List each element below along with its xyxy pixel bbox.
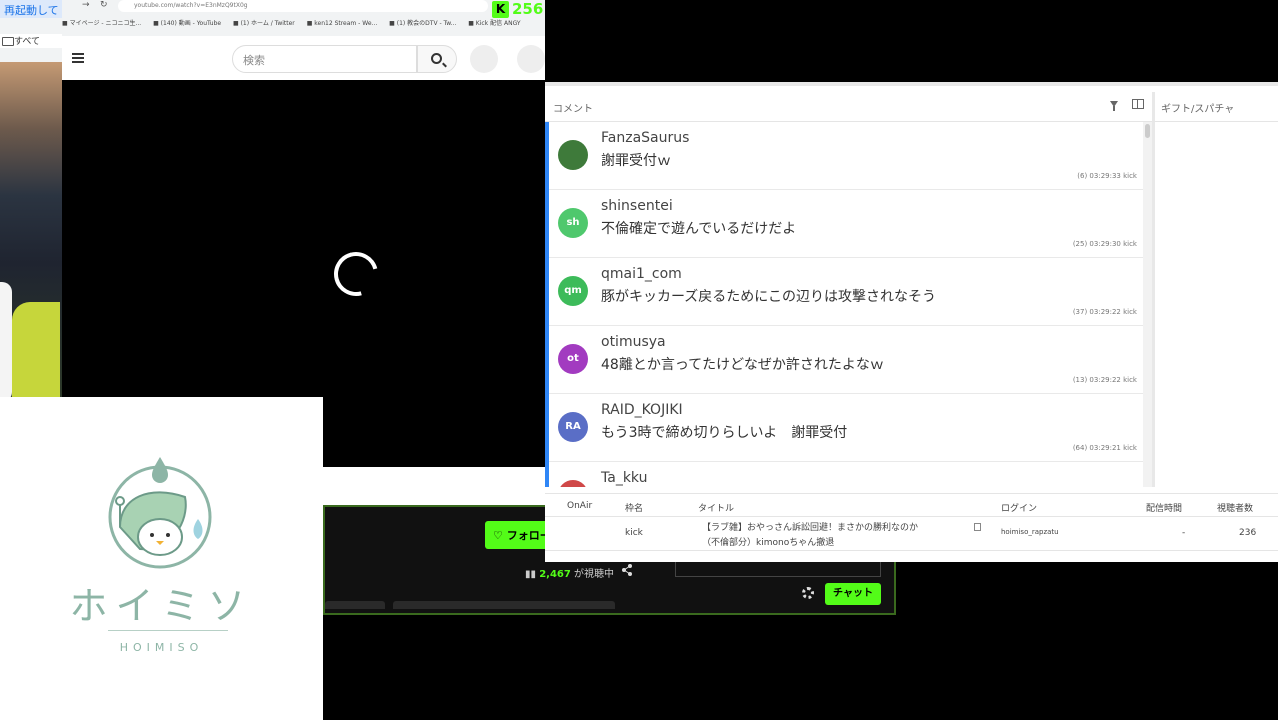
- comment-item[interactable]: ot otimusya 48離とか言ってたけどなぜか許されたよなｗ (13) 0…: [549, 326, 1143, 394]
- kick-count: 256: [512, 0, 544, 18]
- avatar: sh: [558, 208, 588, 238]
- logo-name: ホイミソ: [69, 584, 254, 628]
- comment-text: 豚がキッカーズ戻るためにこの辺りは攻撃されなそう: [601, 289, 937, 305]
- row-title-line1: 【ラブ雑】おやっさん訴訟回避！まさかの勝利なのか: [702, 523, 919, 533]
- col-onair: OnAir: [567, 501, 593, 511]
- stream-table-row[interactable]: kick 【ラブ雑】おやっさん訴訟回避！まさかの勝利なのか （不倫部分）kimo…: [545, 517, 1278, 551]
- kick-viewer-badge: K 256: [492, 0, 543, 18]
- mic-button[interactable]: [470, 45, 498, 73]
- chat-send-button[interactable]: チャット: [825, 583, 881, 605]
- comment-user: Ta_kku: [601, 470, 648, 486]
- people-icon: ▮▮: [525, 569, 537, 580]
- comment-text: 謝罪受付ｗ: [601, 153, 671, 169]
- col-login: ログイン: [1001, 504, 1038, 514]
- youtube-header: 検索: [62, 36, 545, 80]
- divider: [108, 630, 168, 631]
- comment-panel-title: コメント: [553, 104, 593, 115]
- gift-panel-header: ギフト/スパチャ: [1152, 92, 1278, 122]
- row-duration: -: [1182, 528, 1186, 538]
- webcam-feed: [0, 62, 62, 397]
- col-viewers: 視聴者数: [1217, 504, 1254, 514]
- loading-spinner-icon: [325, 243, 387, 305]
- row-login: hoimiso_rapzatu: [1001, 528, 1059, 536]
- bookmark-folder[interactable]: すべて: [0, 34, 62, 48]
- comment-user: qmai1_com: [601, 266, 682, 282]
- comment-viewer-window: コメント ギフト/スパチャ FanzaSaurus 謝罪受付ｗ (6) 03:2…: [545, 82, 1278, 562]
- row-title-line2: （不倫部分）kimonoちゃん撤退: [702, 538, 835, 548]
- bookmark-item[interactable]: Kick 配信 ANGY: [468, 20, 520, 27]
- stream-table-header: OnAir 枠名 タイトル ログイン 配信時間 視聴者数: [545, 493, 1278, 517]
- columns-icon[interactable]: [1132, 99, 1144, 109]
- comment-meta: (25) 03:29:30 kick: [1072, 240, 1137, 248]
- avatar: [558, 140, 588, 170]
- video-below-area: [323, 467, 545, 505]
- avatar: RA: [558, 412, 588, 442]
- viewer-number: 2,467: [539, 569, 571, 580]
- logo-card: ホイミソ HOIMISO: [0, 397, 323, 720]
- search-button[interactable]: [417, 45, 457, 73]
- comment-user: RAID_KOJIKI: [601, 402, 683, 418]
- filter-icon[interactable]: [1110, 101, 1118, 111]
- share-icon[interactable]: [621, 564, 633, 576]
- comment-meta: (13) 03:29:22 kick: [1072, 376, 1137, 384]
- comment-item[interactable]: FanzaSaurus 謝罪受付ｗ (6) 03:29:33 kick: [549, 122, 1143, 190]
- viewer-suffix: が視聴中: [574, 569, 615, 580]
- bookmark-item[interactable]: (1) 教会のDTV - Tw...: [389, 20, 456, 27]
- col-duration: 配信時間: [1146, 504, 1183, 514]
- hoimiso-mascot-logo: [108, 457, 212, 569]
- bookmark-item[interactable]: (140) 動画 - YouTube: [153, 20, 221, 27]
- comment-item[interactable]: Ta_kku: [549, 462, 1143, 487]
- kick-tab[interactable]: [325, 601, 385, 609]
- kick-tab[interactable]: [393, 601, 615, 609]
- gear-icon[interactable]: [802, 587, 814, 599]
- scroll-thumb[interactable]: [1145, 124, 1150, 138]
- avatar: qm: [558, 276, 588, 306]
- avatar: [558, 480, 588, 487]
- reload-icon[interactable]: ↻: [100, 0, 108, 10]
- chair-image: [12, 302, 60, 397]
- divider: [168, 630, 228, 631]
- copy-icon[interactable]: [974, 523, 981, 531]
- gift-panel-title: ギフト/スパチャ: [1161, 104, 1235, 115]
- col-frame: 枠名: [625, 504, 644, 514]
- comment-item[interactable]: RA RAID_KOJIKI もう3時で締め切りらしいよ 謝罪受付 (64) 0…: [549, 394, 1143, 462]
- gift-panel-body: [1152, 122, 1278, 487]
- comment-meta: (6) 03:29:33 kick: [1077, 172, 1137, 180]
- comment-list[interactable]: FanzaSaurus 謝罪受付ｗ (6) 03:29:33 kick sh s…: [545, 122, 1143, 487]
- comment-panel-header: コメント: [545, 92, 1152, 122]
- comment-text: もう3時で締め切りらしいよ 謝罪受付: [601, 425, 848, 441]
- bookmark-item[interactable]: マイページ - ニコニコ生...: [62, 20, 141, 27]
- comment-user: otimusya: [601, 334, 666, 350]
- bookmark-item[interactable]: (1) ホーム / Twitter: [233, 20, 295, 27]
- viewer-count: ▮▮ 2,467 が視聴中: [525, 565, 614, 580]
- row-viewers: 236: [1239, 528, 1257, 538]
- menu-icon[interactable]: [72, 53, 84, 63]
- comment-user: FanzaSaurus: [601, 130, 690, 146]
- forward-icon[interactable]: →: [82, 0, 90, 10]
- browser-tab[interactable]: 再起動して: [0, 0, 62, 18]
- person-image: [0, 282, 12, 397]
- col-title: タイトル: [698, 504, 735, 514]
- comment-text: 不倫確定で遊んでいるだけだよ: [601, 221, 797, 237]
- comment-user: shinsentei: [601, 198, 673, 214]
- logo-subtitle: HOIMISO: [119, 641, 204, 654]
- search-icon: [431, 53, 442, 64]
- search-input[interactable]: 検索: [232, 45, 417, 73]
- comment-item[interactable]: sh shinsentei 不倫確定で遊んでいるだけだよ (25) 03:29:…: [549, 190, 1143, 258]
- avatar: ot: [558, 344, 588, 374]
- bookmark-item[interactable]: ken12 Stream - We...: [307, 20, 378, 27]
- comment-meta: (64) 03:29:21 kick: [1072, 444, 1137, 452]
- comment-text: 48離とか言ってたけどなぜか許されたよなｗ: [601, 357, 884, 373]
- row-frame: kick: [625, 528, 643, 538]
- bookmarks-bar: マイページ - ニコニコ生... (140) 動画 - YouTube (1) …: [62, 18, 545, 34]
- kick-logo-icon: K: [492, 0, 509, 18]
- comment-scrollbar[interactable]: [1143, 122, 1152, 487]
- address-bar[interactable]: youtube.com/watch?v=E3nMzQ9tX0g: [118, 0, 488, 12]
- comment-item[interactable]: qm qmai1_com 豚がキッカーズ戻るためにこの辺りは攻撃されなそう (3…: [549, 258, 1143, 326]
- kick-tab-strip: [325, 601, 615, 609]
- avatar[interactable]: [517, 45, 545, 73]
- comment-meta: (37) 03:29:22 kick: [1072, 308, 1137, 316]
